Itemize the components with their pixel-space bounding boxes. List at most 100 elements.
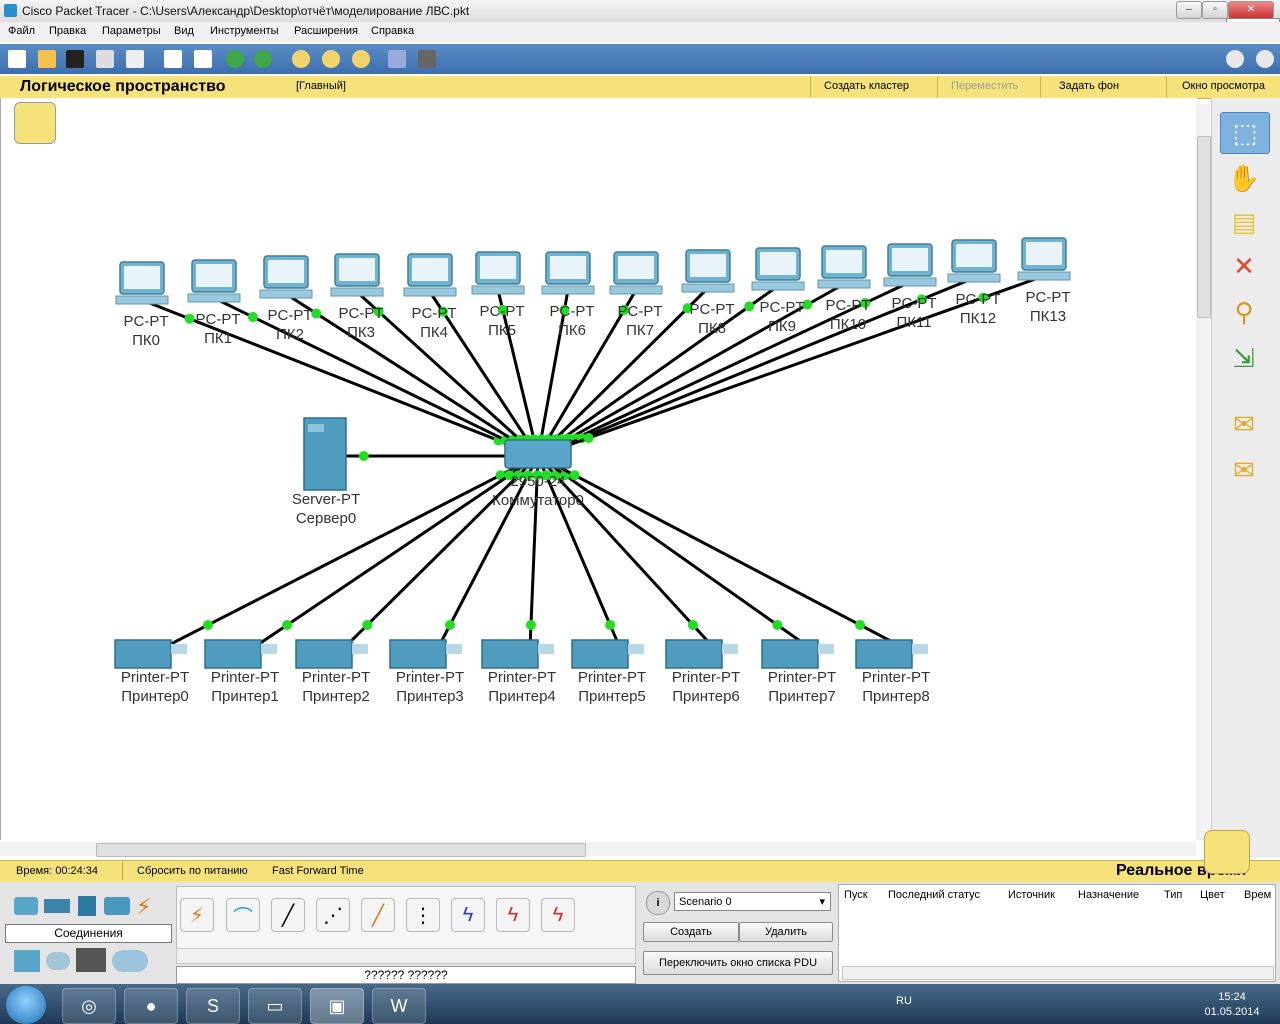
fast-forward-button[interactable]: Fast Forward Time (272, 865, 364, 877)
fiber-cable-icon[interactable]: ╱ (361, 898, 395, 932)
link-light[interactable] (358, 451, 369, 461)
device-model: Printer-PT (487, 669, 557, 686)
link-light[interactable] (525, 619, 536, 630)
column-source: Источник (1008, 889, 1055, 901)
link-light[interactable] (362, 619, 373, 630)
input-language[interactable]: RU (896, 995, 912, 1007)
printer-tray (446, 644, 462, 654)
coaxial-cable-icon[interactable]: ϟ (451, 898, 485, 932)
pc-label: PC-PT ПК1 (196, 310, 241, 348)
packet-tracer-taskbar-icon[interactable]: ▣ (310, 988, 364, 1024)
connections-category-icon[interactable]: ⚡ (136, 894, 151, 920)
serial-dce-icon[interactable]: ϟ (496, 898, 530, 932)
link-light[interactable] (184, 313, 195, 324)
device-model: Printer-PT (577, 669, 647, 686)
link-light[interactable] (311, 308, 322, 319)
column-last-status: Последний статус (888, 889, 980, 901)
tray-icons[interactable] (924, 996, 1188, 1012)
scenario-select[interactable]: Scenario 0 ▾ (674, 892, 831, 911)
pc-label: PC-PT ПК4 (412, 304, 457, 342)
device-name: Принтер6 (672, 688, 740, 705)
printer-tray (722, 644, 738, 654)
device-name: ПК9 (768, 318, 796, 335)
add-complex-pdu-icon[interactable]: ✉ (1220, 450, 1268, 490)
connection-scrollbar[interactable] (176, 948, 636, 964)
device-name: ПК10 (829, 316, 867, 333)
device-name: ПК13 (1029, 308, 1067, 325)
printer-label: Printer-PT Принтер8 (862, 668, 930, 706)
inspect-magnifier-icon[interactable]: ⚲ (1220, 292, 1268, 332)
pdu-list-scrollbar[interactable] (842, 966, 1274, 980)
device-name: ПК11 (896, 314, 932, 331)
vertical-scroll-thumb[interactable] (1197, 136, 1211, 318)
pc-screen (268, 260, 304, 283)
add-simple-pdu-icon[interactable]: ✉ (1220, 404, 1268, 444)
printer-icon (481, 639, 539, 669)
printer-label: Printer-PT Принтер0 (121, 668, 189, 706)
end-devices-category-icon[interactable] (14, 950, 40, 972)
realtime-clock-icon[interactable] (1204, 830, 1250, 874)
folder-icon[interactable]: ▭ (248, 988, 302, 1024)
printer-icon (204, 639, 262, 669)
pc-label: PC-PT ПК10 (826, 296, 871, 334)
link-light[interactable] (282, 619, 293, 630)
pc-label: PC-PT ПК5 (480, 302, 525, 340)
link-light[interactable] (687, 619, 698, 630)
multiuser-connection-icon[interactable] (112, 950, 148, 972)
system-clock[interactable]: 15:24 01.05.2014 (1200, 990, 1264, 1020)
printer-label: Printer-PT Принтер3 (396, 668, 464, 706)
printer-link[interactable] (537, 454, 905, 650)
device-model: PC-PT (123, 313, 169, 330)
scenario-info-icon[interactable]: i (646, 891, 670, 915)
copper-straight-through-icon[interactable]: ╱ (271, 898, 305, 932)
wireless-category-icon[interactable] (104, 897, 130, 915)
power-cycle-button[interactable]: Сбросить по питанию (137, 865, 248, 877)
horizontal-scroll-thumb[interactable] (96, 843, 586, 857)
link-light[interactable] (744, 301, 755, 312)
pc-base (883, 277, 937, 287)
device-name: Принтер2 (302, 688, 370, 705)
device-name: ПК1 (204, 330, 232, 347)
skype-icon[interactable]: S (186, 988, 240, 1024)
device-model: PC-PT (411, 305, 457, 322)
pc-label: PC-PT ПК2 (268, 306, 313, 344)
link-light[interactable] (855, 619, 866, 630)
delete-scenario-button[interactable]: Удалить (739, 922, 833, 942)
device-name: ПК3 (347, 324, 375, 341)
device-model: PC-PT (195, 311, 241, 328)
toggle-pdu-list-button[interactable]: Переключить окно списка PDU (643, 951, 833, 975)
pc-label: PC-PT ПК3 (339, 304, 384, 342)
custom-made-devices-icon[interactable] (76, 948, 106, 972)
new-scenario-button[interactable]: Создать (643, 922, 739, 942)
copper-cross-over-icon[interactable]: ⋰ (316, 898, 350, 932)
select-tool-icon[interactable]: ⬚ (1220, 112, 1270, 154)
console-cable-icon[interactable]: ⌒ (226, 898, 260, 932)
word-icon[interactable]: W (372, 988, 426, 1024)
wan-emulation-category-icon[interactable] (46, 952, 70, 970)
link-light[interactable] (772, 619, 783, 630)
link-light[interactable] (247, 311, 258, 322)
serial-dte-icon[interactable]: ϟ (541, 898, 575, 932)
delete-icon[interactable]: ✕ (1220, 246, 1268, 286)
printer-icon (761, 639, 819, 669)
hubs-category-icon[interactable] (78, 896, 96, 916)
device-name: Принтер0 (121, 688, 189, 705)
pc-base (1017, 271, 1071, 281)
note-icon[interactable]: ▤ (1220, 202, 1268, 242)
auto-connection-icon[interactable]: ⚡ (180, 898, 214, 932)
link-light[interactable] (605, 619, 616, 630)
device-model: PC-PT (955, 291, 1001, 308)
phone-cable-icon[interactable]: ⋮ (406, 898, 440, 932)
chrome-icon[interactable]: ● (124, 988, 178, 1024)
resize-shape-icon[interactable]: ⇲ (1220, 338, 1268, 378)
link-light[interactable] (583, 433, 594, 443)
start-button[interactable] (6, 986, 46, 1024)
routers-category-icon[interactable] (14, 897, 38, 915)
move-hand-icon[interactable]: ✋ (1220, 158, 1268, 198)
printer-link[interactable] (162, 454, 539, 650)
link-light[interactable] (445, 619, 455, 630)
divider (122, 862, 123, 880)
link-light[interactable] (203, 619, 213, 630)
switches-category-icon[interactable] (44, 899, 70, 913)
explorer-browser-icon[interactable]: ◎ (62, 988, 116, 1024)
